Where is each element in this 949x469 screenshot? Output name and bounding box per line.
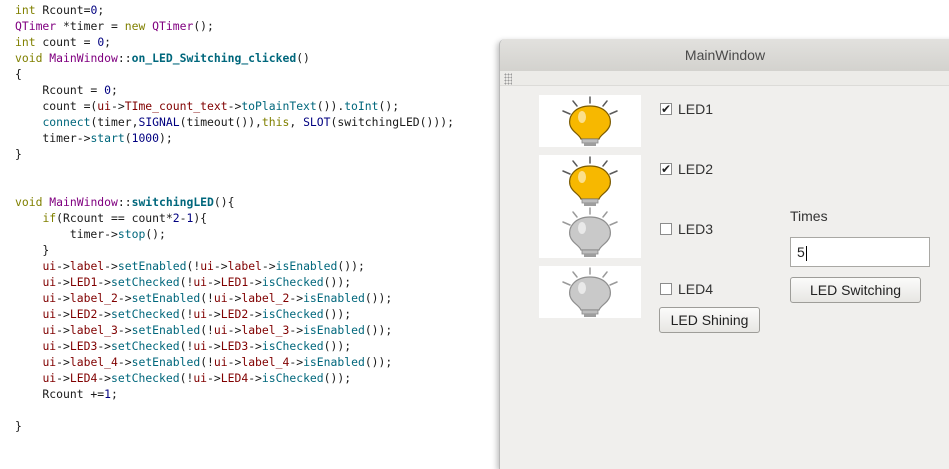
code-line[interactable]: int count = 0; [15,34,111,50]
code-line[interactable]: Rcount = 0; [15,82,117,98]
code-line[interactable]: void MainWindow::switchingLED(){ [15,194,234,210]
checkbox-box[interactable] [660,283,672,295]
code-line[interactable]: int Rcount=0; [15,2,104,18]
code-line[interactable]: Rcount +=1; [15,386,117,402]
led2-label: LED2 [678,161,714,177]
times-label: Times [790,208,828,224]
led4-label: LED4 [678,281,714,297]
led3-label: LED3 [678,221,714,237]
code-line[interactable]: timer->start(1000); [15,130,172,146]
led3-bulb-image [539,206,641,258]
code-line[interactable]: count =(ui->TIme_count_text->toPlainText… [15,98,399,114]
window-title: MainWindow [684,47,766,63]
code-line[interactable]: ui->LED4->setChecked(!ui->LED4->isChecke… [15,370,351,386]
toolbar-area [500,71,949,86]
code-line[interactable]: { [15,66,22,82]
led1-label: LED1 [678,101,714,117]
code-line[interactable]: } [15,146,22,162]
code-line[interactable]: connect(timer,SIGNAL(timeout()),this, SL… [15,114,454,130]
toolbar-grip-icon[interactable] [504,73,512,85]
code-line[interactable]: void MainWindow::on_LED_Switching_clicke… [15,50,310,66]
checkbox-box[interactable] [660,223,672,235]
code-line[interactable]: } [15,418,22,434]
times-value: 5 [797,244,805,260]
checkmark-icon[interactable]: ✔ [660,103,672,115]
led4-checkbox[interactable]: LED4 [660,279,713,299]
code-line[interactable]: ui->label_4->setEnabled(!ui->label_4->is… [15,354,392,370]
code-line[interactable]: QTimer *timer = new QTimer(); [15,18,214,34]
led4-bulb-image [539,266,641,318]
text-caret [805,245,807,261]
code-line[interactable]: ui->label_3->setEnabled(!ui->label_3->is… [15,322,392,338]
led1-checkbox[interactable]: ✔ LED1 [660,99,713,119]
led2-bulb-image [539,155,641,207]
code-line[interactable]: } [15,242,49,258]
code-line[interactable]: if(Rcount == count*2-1){ [15,210,207,226]
code-line[interactable]: ui->LED3->setChecked(!ui->LED3->isChecke… [15,338,351,354]
checkmark-icon[interactable]: ✔ [660,163,672,175]
main-window: MainWindow ✔ LED1 ✔ LED2 LED3 LED4 LED S… [499,39,949,469]
led-shining-button[interactable]: LED Shining [659,307,760,333]
led2-checkbox[interactable]: ✔ LED2 [660,159,713,179]
led3-checkbox[interactable]: LED3 [660,219,713,239]
code-line[interactable]: ui->LED1->setChecked(!ui->LED1->isChecke… [15,274,351,290]
title-bar[interactable]: MainWindow [500,39,949,72]
code-line[interactable]: ui->LED2->setChecked(!ui->LED2->isChecke… [15,306,351,322]
led-switching-button[interactable]: LED Switching [790,277,921,303]
code-line[interactable]: ui->label_2->setEnabled(!ui->label_2->is… [15,290,392,306]
code-line[interactable]: ui->label->setEnabled(!ui->label->isEnab… [15,258,364,274]
times-input[interactable]: 5 [790,237,930,267]
led1-bulb-image [539,95,641,147]
code-line[interactable]: timer->stop(); [15,226,166,242]
